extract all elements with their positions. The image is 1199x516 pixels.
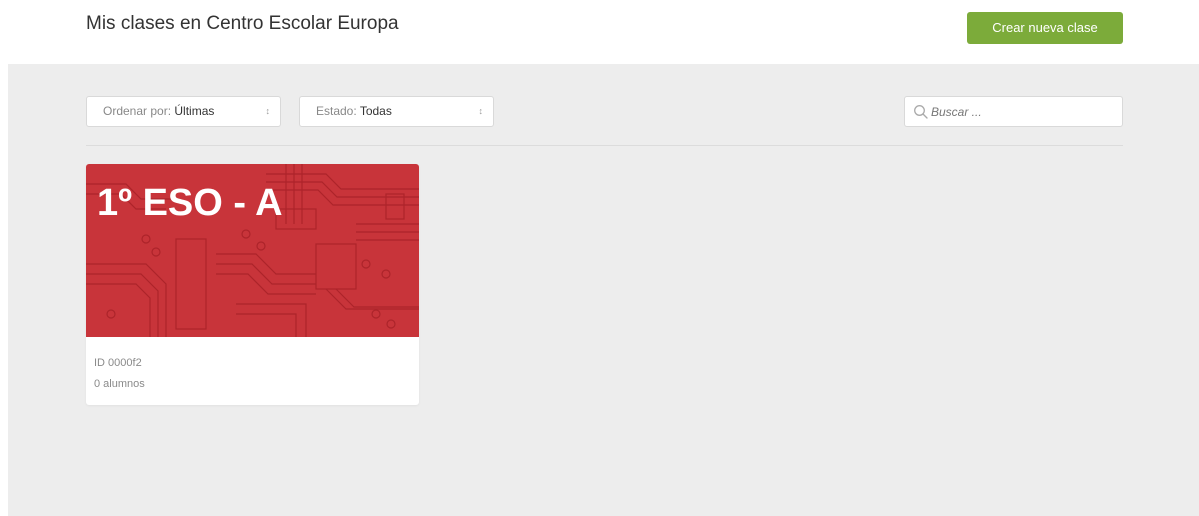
sort-value: Últimas (174, 104, 215, 118)
status-value: Todas (359, 104, 392, 118)
search-box (904, 96, 1123, 127)
page-title: Mis clases en Centro Escolar Europa (86, 13, 399, 34)
search-input[interactable] (931, 97, 1116, 126)
status-select[interactable]: Estado: Todas ↕ (299, 96, 494, 127)
page-header: Mis clases en Centro Escolar Europa Crea… (0, 0, 1199, 64)
status-label: Estado: (316, 104, 357, 118)
sort-select[interactable]: Ordenar por: Últimas ↕ (86, 96, 281, 127)
chevron-up-down-icon: ↕ (478, 106, 484, 116)
class-card-banner: 1º ESO - A (86, 164, 419, 337)
create-class-button[interactable]: Crear nueva clase (967, 12, 1123, 44)
class-id: ID 0000f2 (94, 357, 142, 369)
sort-label: Ordenar por: (103, 104, 172, 118)
class-card[interactable]: 1º ESO - A ID 0000f2 0 alumnos (86, 164, 419, 405)
class-name: 1º ESO - A (97, 182, 283, 224)
search-icon (914, 105, 928, 119)
chevron-up-down-icon: ↕ (265, 106, 271, 116)
class-students-count: 0 alumnos (94, 378, 145, 390)
divider (86, 145, 1123, 146)
main-content: Ordenar por: Últimas ↕ Estado: Todas ↕ B… (8, 64, 1199, 516)
